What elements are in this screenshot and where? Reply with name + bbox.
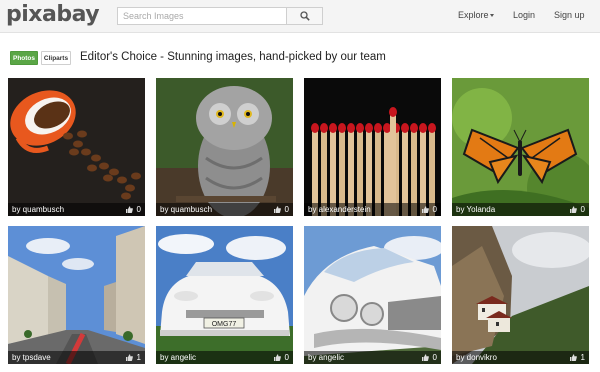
image-card[interactable]: by angelic 0 <box>304 226 441 364</box>
author-link[interactable]: by angelic <box>308 353 344 362</box>
nav-login[interactable]: Login <box>513 10 535 20</box>
image-caption: by quambusch 0 <box>8 203 145 216</box>
thumbs-up-icon[interactable] <box>274 354 281 361</box>
thumbs-up-icon[interactable] <box>274 206 281 213</box>
image-card[interactable]: by donvikro 1 <box>452 226 589 364</box>
thumbs-up-icon[interactable] <box>570 354 577 361</box>
image-caption: by tpsdave 1 <box>8 351 145 364</box>
like-count: 0 <box>284 353 289 362</box>
photo-thumbnail <box>452 78 589 216</box>
search-icon <box>300 11 310 21</box>
thumbs-up-icon[interactable] <box>422 354 429 361</box>
tab-cliparts[interactable]: Cliparts <box>41 51 71 65</box>
photo-thumbnail <box>304 226 441 364</box>
top-bar: pixabay Explore Login Sign up <box>0 0 600 33</box>
photo-thumbnail <box>452 226 589 364</box>
like-count: 0 <box>136 205 141 214</box>
chevron-down-icon <box>490 14 494 17</box>
author-link[interactable]: by Yolanda <box>456 205 495 214</box>
photo-thumbnail: OMG77 <box>156 226 293 364</box>
nav-explore[interactable]: Explore <box>458 10 489 20</box>
image-caption: by alexanderstein 0 <box>304 203 441 216</box>
photo-thumbnail <box>8 78 145 216</box>
nav-signup[interactable]: Sign up <box>554 10 585 20</box>
image-caption: by donvikro 1 <box>452 351 589 364</box>
photo-thumbnail <box>304 78 441 216</box>
author-link[interactable]: by tpsdave <box>12 353 51 362</box>
author-link[interactable]: by angelic <box>160 353 196 362</box>
page-title: Editor's Choice - Stunning images, hand-… <box>80 51 386 63</box>
thumbs-up-icon[interactable] <box>422 206 429 213</box>
image-card[interactable]: by tpsdave 1 <box>8 226 145 364</box>
thumbs-up-icon[interactable] <box>570 206 577 213</box>
pixabay-logo[interactable]: pixabay <box>6 2 100 27</box>
search-box <box>117 7 323 25</box>
like-count: 0 <box>580 205 585 214</box>
search-button[interactable] <box>286 8 322 24</box>
like-count: 1 <box>136 353 141 362</box>
photo-thumbnail <box>156 78 293 216</box>
svg-text:OMG77: OMG77 <box>212 321 237 328</box>
tab-photos[interactable]: Photos <box>10 51 38 65</box>
like-count: 0 <box>284 205 289 214</box>
image-caption: by angelic 0 <box>304 351 441 364</box>
like-count: 0 <box>432 353 437 362</box>
author-link[interactable]: by donvikro <box>456 353 497 362</box>
image-card[interactable]: by Yolanda 0 <box>452 78 589 216</box>
like-count: 1 <box>580 353 585 362</box>
search-input[interactable] <box>118 8 288 24</box>
image-caption: by angelic 0 <box>156 351 293 364</box>
thumbs-up-icon[interactable] <box>126 206 133 213</box>
image-card[interactable]: by quambusch 0 <box>8 78 145 216</box>
image-caption: by Yolanda 0 <box>452 203 589 216</box>
like-count: 0 <box>432 205 437 214</box>
image-card[interactable]: OMG77 by angelic 0 <box>156 226 293 364</box>
author-link[interactable]: by quambusch <box>160 205 212 214</box>
thumbs-up-icon[interactable] <box>126 354 133 361</box>
image-card[interactable]: by quambusch 0 <box>156 78 293 216</box>
author-link[interactable]: by alexanderstein <box>308 205 371 214</box>
author-link[interactable]: by quambusch <box>12 205 64 214</box>
image-caption: by quambusch 0 <box>156 203 293 216</box>
photo-thumbnail <box>8 226 145 364</box>
image-card[interactable]: by alexanderstein 0 <box>304 78 441 216</box>
